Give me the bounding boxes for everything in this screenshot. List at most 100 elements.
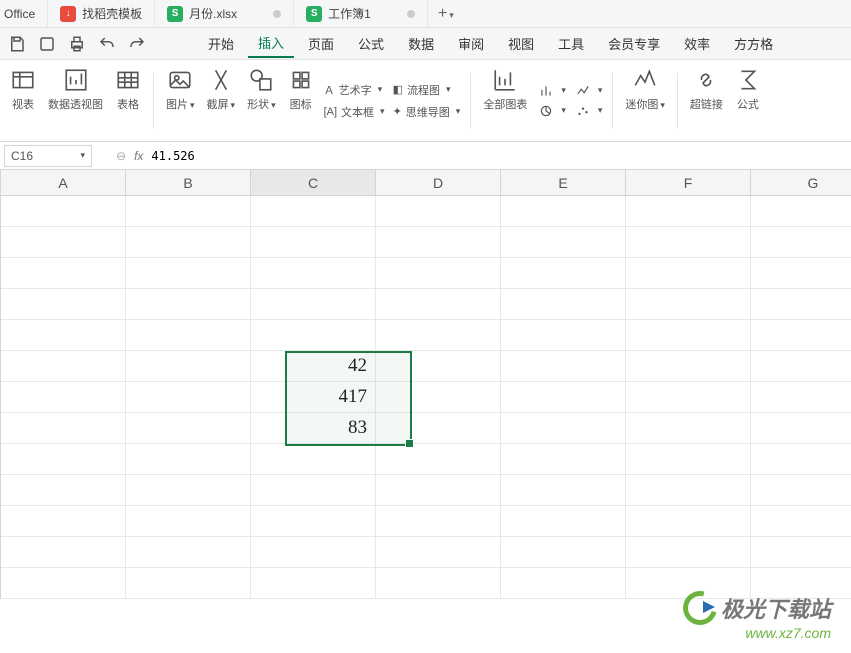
cell[interactable]: [751, 320, 851, 351]
cell[interactable]: [626, 258, 751, 289]
col-header-c[interactable]: C: [251, 170, 376, 195]
cell[interactable]: [751, 475, 851, 506]
cell[interactable]: [751, 444, 851, 475]
cell[interactable]: [376, 351, 501, 382]
print-icon[interactable]: [68, 35, 86, 53]
cell[interactable]: [1, 475, 126, 506]
cell[interactable]: [626, 227, 751, 258]
cell[interactable]: [626, 506, 751, 537]
cell[interactable]: [626, 382, 751, 413]
cell[interactable]: [126, 196, 251, 227]
menu-page[interactable]: 页面: [298, 30, 344, 57]
cell[interactable]: [751, 537, 851, 568]
cell[interactable]: [251, 537, 376, 568]
cell[interactable]: [501, 444, 626, 475]
cell[interactable]: [1, 351, 126, 382]
shapes-button[interactable]: 形状▾: [241, 67, 282, 135]
undo-icon[interactable]: [98, 35, 116, 53]
cell[interactable]: [126, 227, 251, 258]
cell[interactable]: [126, 444, 251, 475]
col-header-a[interactable]: A: [1, 170, 126, 195]
col-header-e[interactable]: E: [501, 170, 626, 195]
cell[interactable]: [501, 537, 626, 568]
flowchart-button[interactable]: ◧流程图▾: [393, 82, 461, 98]
wordart-button[interactable]: Ａ艺术字▾: [324, 82, 385, 98]
save-icon[interactable]: [8, 35, 26, 53]
cell[interactable]: [251, 320, 376, 351]
cell[interactable]: [376, 227, 501, 258]
cell[interactable]: [501, 475, 626, 506]
cell[interactable]: [126, 351, 251, 382]
cell[interactable]: [626, 351, 751, 382]
cell[interactable]: [1, 413, 126, 444]
cell[interactable]: [251, 227, 376, 258]
cell[interactable]: [501, 506, 626, 537]
cell[interactable]: [501, 320, 626, 351]
cell[interactable]: [376, 258, 501, 289]
cell[interactable]: [626, 196, 751, 227]
tab-close-icon[interactable]: [407, 10, 415, 18]
screenshot-button[interactable]: 截屏▾: [201, 67, 242, 135]
menu-formula[interactable]: 公式: [348, 30, 394, 57]
cell[interactable]: [751, 382, 851, 413]
cell[interactable]: [1, 258, 126, 289]
print-preview-icon[interactable]: [38, 35, 56, 53]
cell[interactable]: [376, 320, 501, 351]
menu-data[interactable]: 数据: [398, 30, 444, 57]
cell[interactable]: [1, 568, 126, 599]
cell[interactable]: [251, 196, 376, 227]
cell[interactable]: [376, 289, 501, 320]
col-header-g[interactable]: G: [751, 170, 851, 195]
tab-close-icon[interactable]: [273, 10, 281, 18]
sparkline-button[interactable]: 迷你图▾: [619, 67, 671, 135]
cell[interactable]: 42: [251, 351, 376, 382]
cell[interactable]: [501, 568, 626, 599]
formula-symbol-button[interactable]: 公式: [729, 67, 767, 135]
fx-icon[interactable]: fx: [134, 149, 143, 163]
cell[interactable]: [626, 475, 751, 506]
cell[interactable]: [1, 382, 126, 413]
cell[interactable]: [126, 289, 251, 320]
cell[interactable]: [501, 413, 626, 444]
cell[interactable]: [501, 351, 626, 382]
col-header-d[interactable]: D: [376, 170, 501, 195]
cell[interactable]: [1, 227, 126, 258]
menu-start[interactable]: 开始: [198, 30, 244, 57]
redo-icon[interactable]: [128, 35, 146, 53]
name-box[interactable]: C16 ▾: [4, 145, 92, 167]
cell[interactable]: [251, 258, 376, 289]
menu-review[interactable]: 审阅: [448, 30, 494, 57]
cell[interactable]: [376, 444, 501, 475]
cell[interactable]: [251, 475, 376, 506]
cell[interactable]: [751, 413, 851, 444]
cell[interactable]: [376, 475, 501, 506]
menu-efficiency[interactable]: 效率: [674, 30, 720, 57]
cell[interactable]: [1, 320, 126, 351]
cell[interactable]: [626, 289, 751, 320]
cell[interactable]: [126, 506, 251, 537]
menu-insert[interactable]: 插入: [248, 29, 294, 58]
cell[interactable]: [126, 382, 251, 413]
cell[interactable]: [1, 289, 126, 320]
cell[interactable]: 83: [251, 413, 376, 444]
col-header-b[interactable]: B: [126, 170, 251, 195]
cell[interactable]: [751, 289, 851, 320]
cell[interactable]: [251, 289, 376, 320]
cell[interactable]: [501, 227, 626, 258]
cell[interactable]: [376, 568, 501, 599]
cell[interactable]: [501, 258, 626, 289]
tab-docker-templates[interactable]: ↓ 找稻壳模板: [48, 0, 155, 28]
cell[interactable]: [251, 568, 376, 599]
picture-button[interactable]: 图片▾: [160, 67, 201, 135]
cell[interactable]: [126, 320, 251, 351]
menu-view[interactable]: 视图: [498, 30, 544, 57]
cell[interactable]: [751, 351, 851, 382]
cell[interactable]: [626, 444, 751, 475]
pivot-chart-button[interactable]: 数据透视图: [42, 67, 109, 135]
cell[interactable]: [126, 413, 251, 444]
tab-office[interactable]: Office: [0, 0, 48, 28]
cell[interactable]: [501, 289, 626, 320]
icons-button[interactable]: 图标: [282, 67, 320, 135]
pie-chart-button[interactable]: ▾: [537, 104, 566, 118]
cell[interactable]: [751, 258, 851, 289]
